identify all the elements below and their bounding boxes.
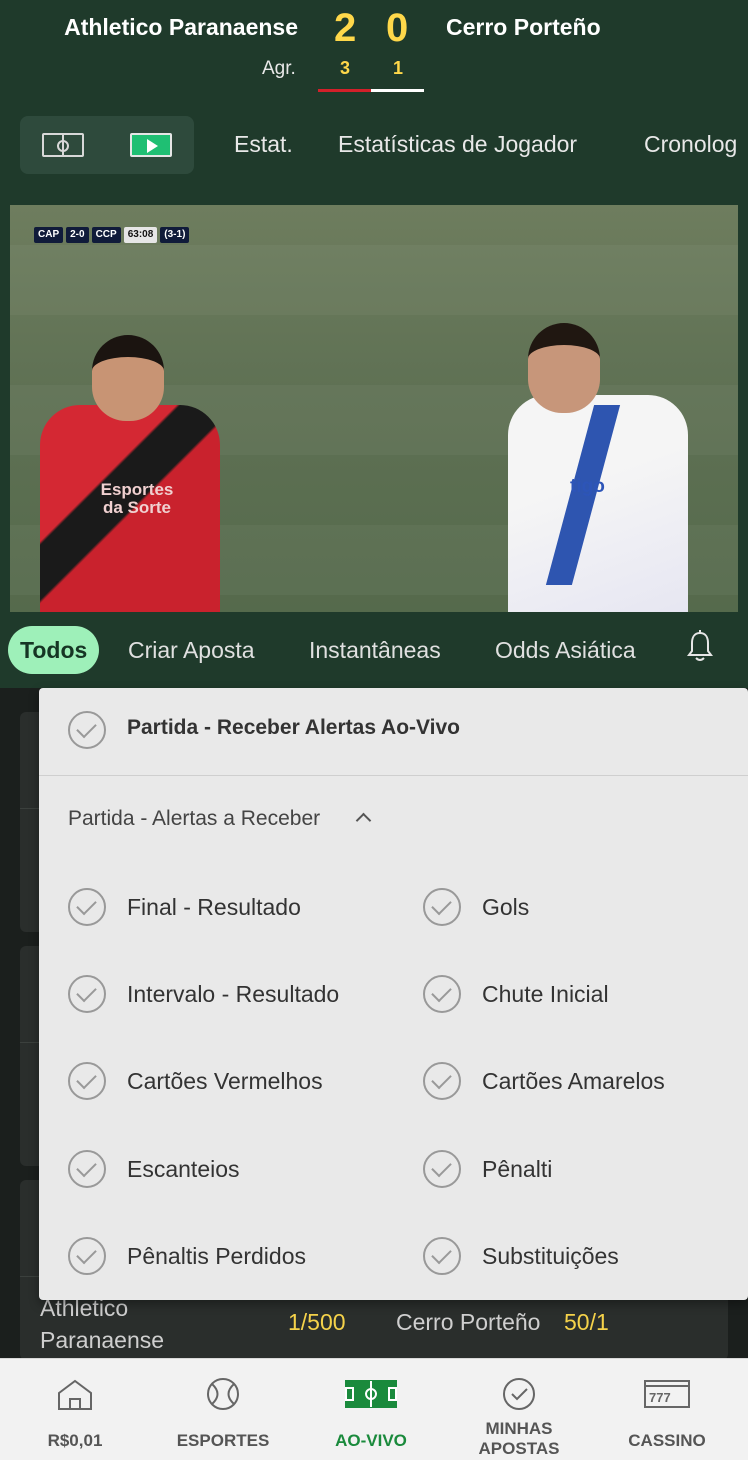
slot-machine-icon: 777: [644, 1380, 690, 1408]
nav-live[interactable]: AO-VIVO: [296, 1359, 446, 1460]
scorebug-aggregate: (3-1): [160, 227, 190, 243]
odds-home-value[interactable]: 1/500: [288, 1309, 346, 1336]
match-header: Athletico Paranaense 2 0 Cerro Porteño A…: [0, 0, 748, 200]
check-circle-icon[interactable]: [423, 1150, 461, 1188]
live-alerts-panel: Partida - Receber Alertas Ao-Vivo Partid…: [39, 688, 748, 1300]
alert-option-missed-penalties[interactable]: Pênaltis Perdidos: [127, 1243, 306, 1270]
video-scorebug: CAP 2-0 CCP 63:08 (3-1): [34, 227, 190, 243]
pitch-stripe: [10, 245, 738, 315]
away-aggregate: 1: [393, 58, 404, 78]
alerts-section-label[interactable]: Partida - Alertas a Receber: [68, 807, 320, 831]
check-circle-icon[interactable]: [68, 975, 106, 1013]
check-circle-icon[interactable]: [423, 888, 461, 926]
scorebug-home: CAP: [34, 227, 64, 243]
possession-bar-home-fill: [318, 89, 371, 92]
alert-option-goals[interactable]: Gols: [482, 894, 529, 921]
alert-option-yellow-cards[interactable]: Cartões Amarelos: [482, 1068, 665, 1095]
home-score: 2: [334, 6, 357, 50]
alert-option-substitutions[interactable]: Substituições: [482, 1243, 619, 1270]
home-shirt-sponsor: Esportes da Sorte: [100, 480, 174, 517]
tab-criar-aposta[interactable]: Criar Aposta: [128, 626, 255, 674]
tab-odds-asiatica[interactable]: Odds Asiática: [495, 626, 636, 674]
check-circle-icon[interactable]: [423, 1237, 461, 1275]
home-aggregate: 3: [340, 58, 351, 78]
check-circle-icon[interactable]: [68, 711, 106, 749]
tab-timeline[interactable]: Cronolog: [644, 131, 737, 158]
nav-label: CASSINO: [628, 1431, 706, 1450]
check-circle-icon[interactable]: [68, 1237, 106, 1275]
nav-label: MINHAS APOSTAS: [478, 1419, 560, 1458]
alert-option-halftime-result[interactable]: Intervalo - Resultado: [127, 981, 339, 1008]
bottom-navigation: R$0,01 ESPORTES AO-VIVO MINHAS APOSTAS 7…: [0, 1358, 748, 1460]
live-video-player[interactable]: CAP 2-0 CCP 63:08 (3-1) Esportes da Sort…: [10, 205, 738, 612]
tab-player-stats[interactable]: Estatísticas de Jogador: [338, 131, 577, 158]
aggregate-label: Agr.: [262, 58, 296, 79]
pitch-view-icon[interactable]: [42, 133, 84, 157]
check-circle-icon[interactable]: [423, 1062, 461, 1100]
odds-home-team: Athletico Paranaense: [40, 1295, 165, 1353]
check-circle-icon: [503, 1378, 535, 1410]
nav-sports[interactable]: ESPORTES: [148, 1359, 298, 1460]
view-toggle: [20, 116, 194, 174]
alert-option-red-cards[interactable]: Cartões Vermelhos: [127, 1068, 323, 1095]
chevron-up-icon[interactable]: [355, 812, 372, 829]
odds-away-value[interactable]: 50/1: [564, 1309, 609, 1336]
away-player-head: [528, 323, 600, 413]
alert-option-final-result[interactable]: Final - Resultado: [127, 894, 301, 921]
nav-balance[interactable]: R$0,01: [0, 1359, 150, 1460]
ball-icon: [207, 1378, 239, 1410]
nav-label: ESPORTES: [176, 1431, 270, 1450]
check-circle-icon[interactable]: [68, 1150, 106, 1188]
alert-option-corners[interactable]: Escanteios: [127, 1156, 240, 1183]
svg-text:777: 777: [649, 1390, 671, 1405]
video-view-icon[interactable]: [130, 133, 172, 157]
tab-todos[interactable]: Todos: [8, 626, 100, 674]
check-circle-icon[interactable]: [68, 888, 106, 926]
receive-live-alerts-label[interactable]: Partida - Receber Alertas Ao-Vivo: [127, 716, 460, 740]
check-circle-icon[interactable]: [423, 975, 461, 1013]
scorebug-clock: 63:08: [123, 227, 158, 243]
away-score: 0: [386, 6, 409, 50]
tab-stats[interactable]: Estat.: [234, 131, 293, 158]
divider: [39, 775, 748, 776]
odds-away-team: Cerro Porteño: [396, 1309, 541, 1335]
nav-casino[interactable]: 777 CASSINO: [592, 1359, 742, 1460]
live-pitch-icon: [345, 1380, 397, 1408]
nav-label: R$0,01: [47, 1431, 103, 1450]
market-filter-tabs: Todos Criar Aposta Instantâneas Odds Asi…: [0, 612, 748, 688]
check-circle-icon[interactable]: [68, 1062, 106, 1100]
scorebug-away: CCP: [91, 227, 121, 243]
home-player-head: [92, 335, 164, 421]
nav-label: AO-VIVO: [335, 1431, 407, 1450]
home-icon: [58, 1379, 92, 1410]
bell-icon[interactable]: [686, 630, 714, 664]
alert-option-penalty[interactable]: Pênalti: [482, 1156, 552, 1183]
tab-instantaneas[interactable]: Instantâneas: [309, 626, 441, 674]
alert-option-kickoff[interactable]: Chute Inicial: [482, 981, 609, 1008]
home-team-name: Athletico Paranaense: [64, 14, 298, 40]
nav-my-bets[interactable]: MINHAS APOSTAS: [444, 1359, 594, 1460]
scorebug-score: 2-0: [66, 227, 89, 243]
away-shirt-sponsor: tigo: [570, 476, 605, 497]
possession-bar: [318, 89, 424, 92]
away-team-name: Cerro Porteño: [446, 14, 601, 40]
